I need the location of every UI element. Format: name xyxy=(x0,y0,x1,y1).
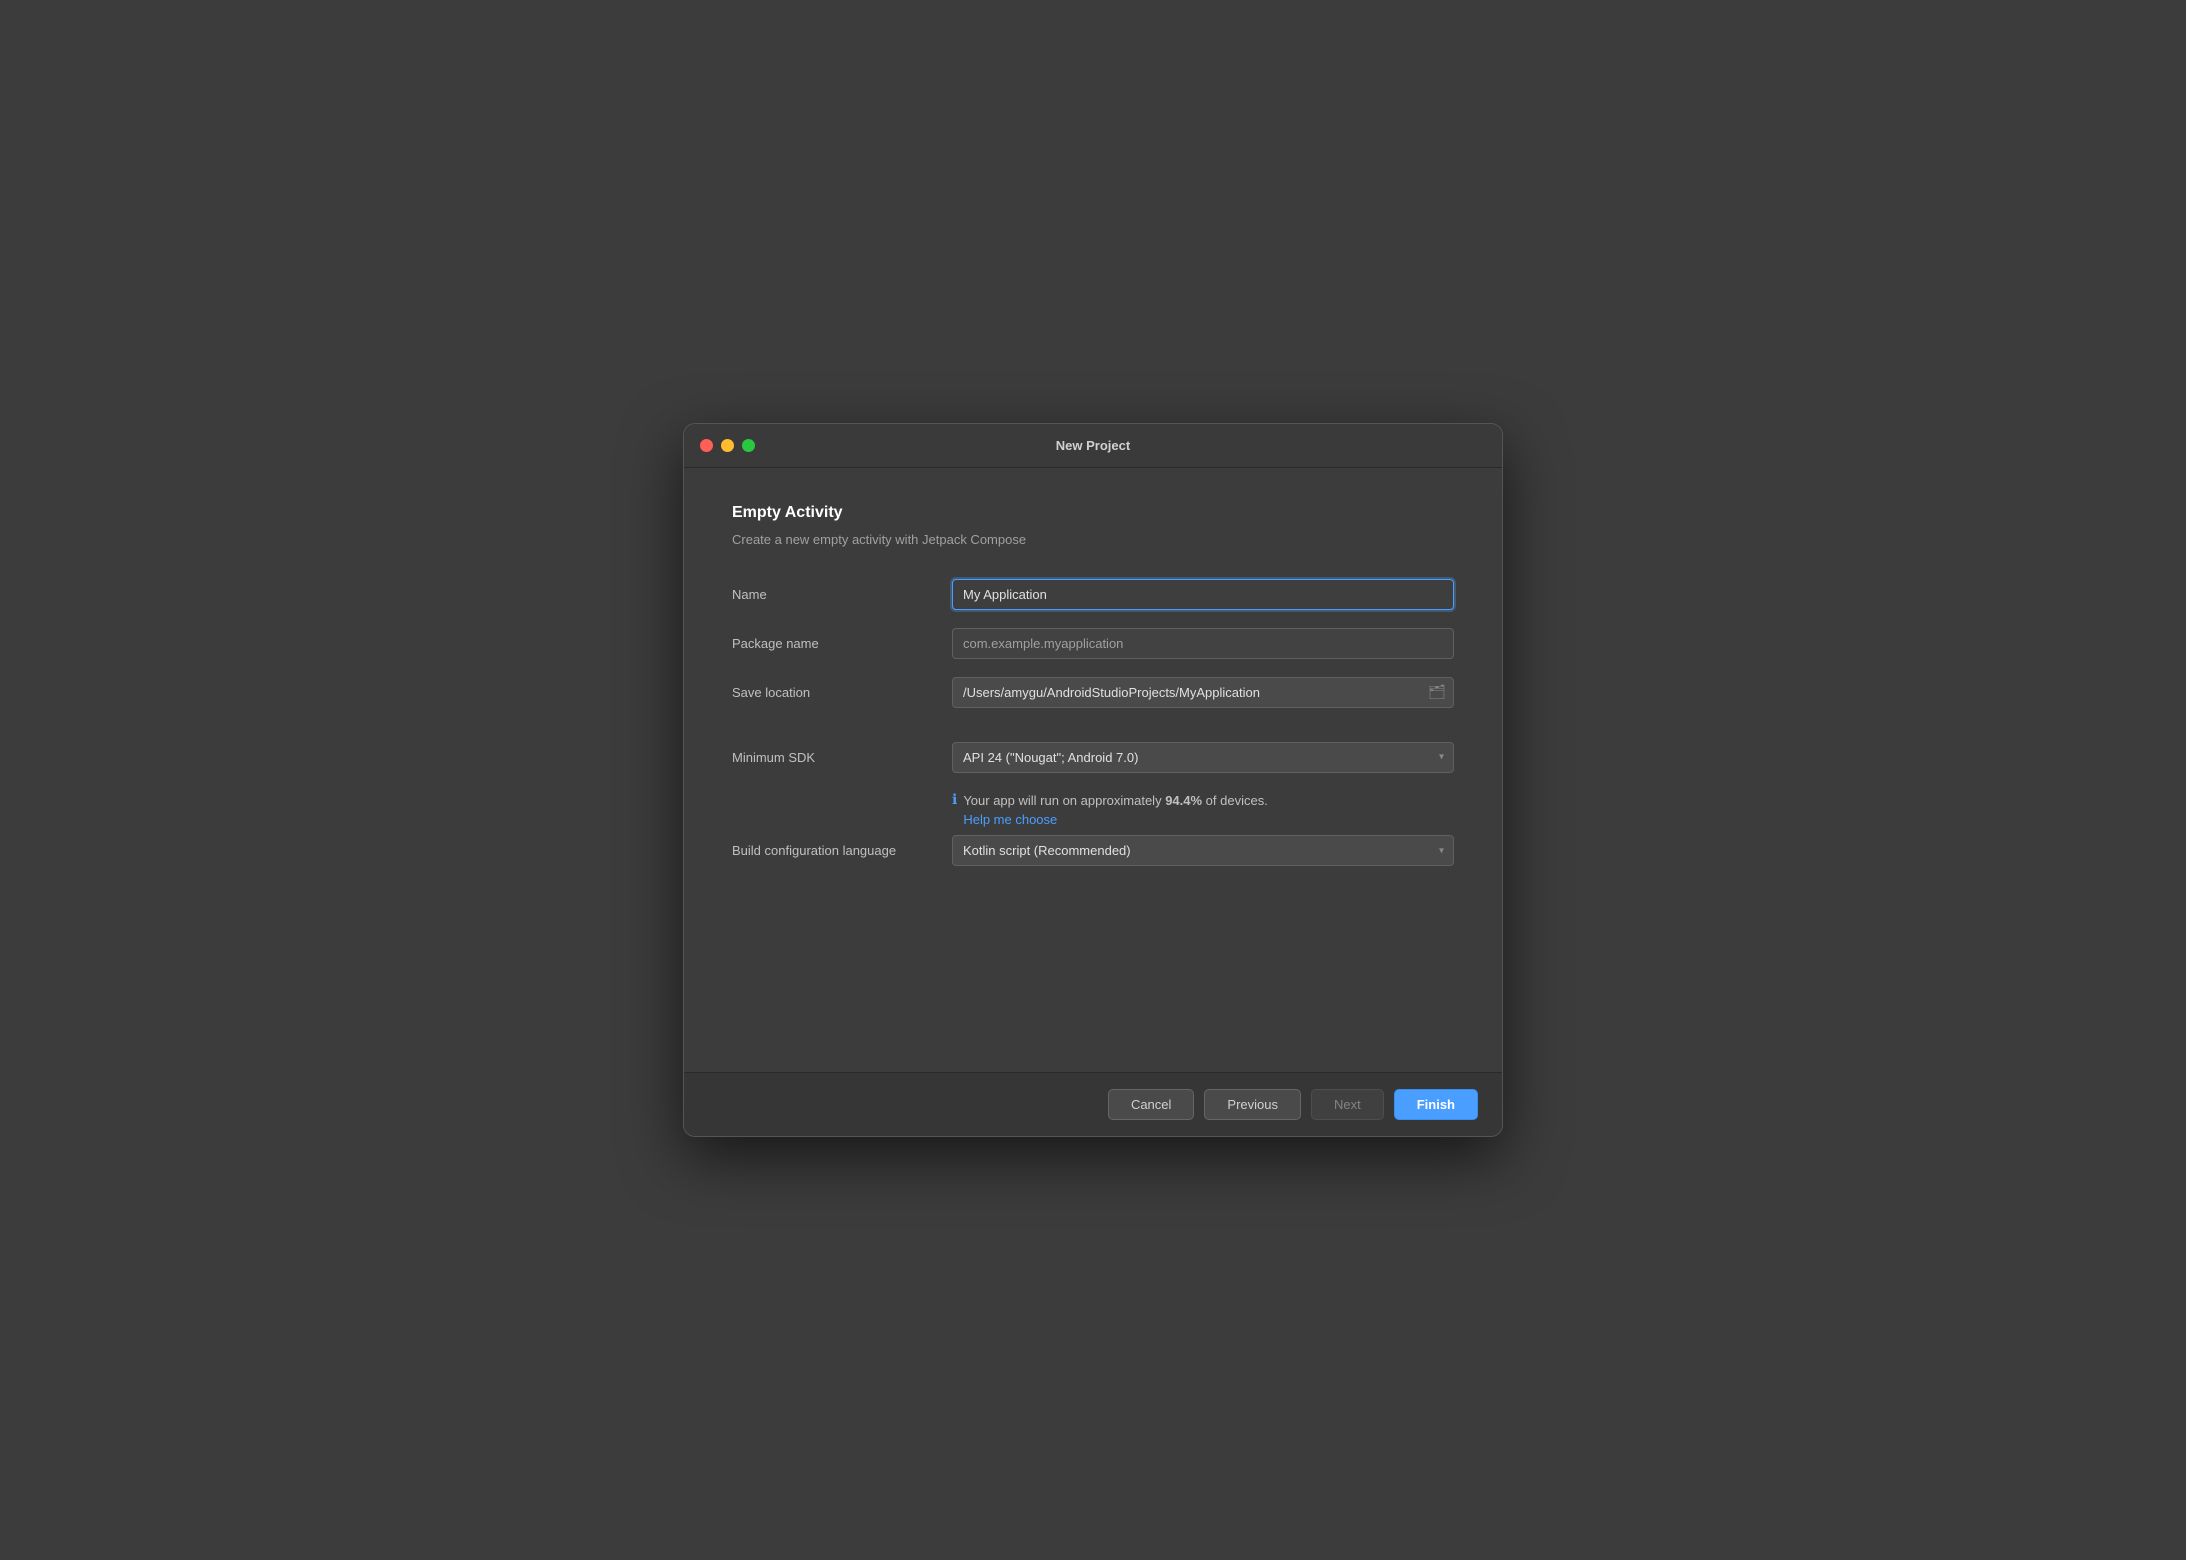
name-label: Name xyxy=(732,587,952,602)
build-config-select-wrapper: Kotlin script (Recommended) ▾ xyxy=(952,835,1454,866)
cancel-button[interactable]: Cancel xyxy=(1108,1089,1194,1120)
save-location-input-wrapper: 🗂 xyxy=(952,677,1454,708)
min-sdk-label: Minimum SDK xyxy=(732,750,952,765)
package-input[interactable] xyxy=(952,628,1454,659)
build-config-label: Build configuration language xyxy=(732,843,952,858)
info-row: ℹ Your app will run on approximately 94.… xyxy=(952,791,1454,828)
save-location-label: Save location xyxy=(732,685,952,700)
package-label: Package name xyxy=(732,636,952,651)
min-sdk-row: Minimum SDK API 24 ("Nougat"; Android 7.… xyxy=(732,742,1454,773)
minimize-button[interactable] xyxy=(721,439,734,452)
folder-icon[interactable]: 🗂 xyxy=(1428,684,1446,701)
content-area: Empty Activity Create a new empty activi… xyxy=(684,468,1502,1073)
next-button[interactable]: Next xyxy=(1311,1089,1384,1120)
name-input[interactable] xyxy=(952,579,1454,610)
info-text-after: of devices. xyxy=(1202,793,1268,808)
save-location-input[interactable] xyxy=(952,677,1454,708)
close-button[interactable] xyxy=(700,439,713,452)
footer: Cancel Previous Next Finish xyxy=(684,1072,1502,1136)
new-project-window: New Project Empty Activity Create a new … xyxy=(683,423,1503,1138)
info-content: Your app will run on approximately 94.4%… xyxy=(963,791,1268,828)
info-percentage: 94.4% xyxy=(1165,793,1202,808)
traffic-lights xyxy=(700,439,755,452)
build-config-row: Build configuration language Kotlin scri… xyxy=(732,835,1454,866)
window-title: New Project xyxy=(1056,438,1130,453)
info-text-before: Your app will run on approximately xyxy=(963,793,1165,808)
maximize-button[interactable] xyxy=(742,439,755,452)
save-location-row: Save location 🗂 xyxy=(732,677,1454,708)
finish-button[interactable]: Finish xyxy=(1394,1089,1478,1120)
help-me-choose-link[interactable]: Help me choose xyxy=(963,812,1268,827)
min-sdk-select-wrapper: API 24 ("Nougat"; Android 7.0) ▾ xyxy=(952,742,1454,773)
previous-button[interactable]: Previous xyxy=(1204,1089,1301,1120)
min-sdk-select[interactable]: API 24 ("Nougat"; Android 7.0) xyxy=(952,742,1454,773)
title-bar: New Project xyxy=(684,424,1502,468)
section-title: Empty Activity xyxy=(732,504,1454,522)
info-icon: ℹ xyxy=(952,791,957,808)
package-row: Package name xyxy=(732,628,1454,659)
name-row: Name xyxy=(732,579,1454,610)
build-config-select[interactable]: Kotlin script (Recommended) xyxy=(952,835,1454,866)
section-description: Create a new empty activity with Jetpack… xyxy=(732,532,1454,547)
